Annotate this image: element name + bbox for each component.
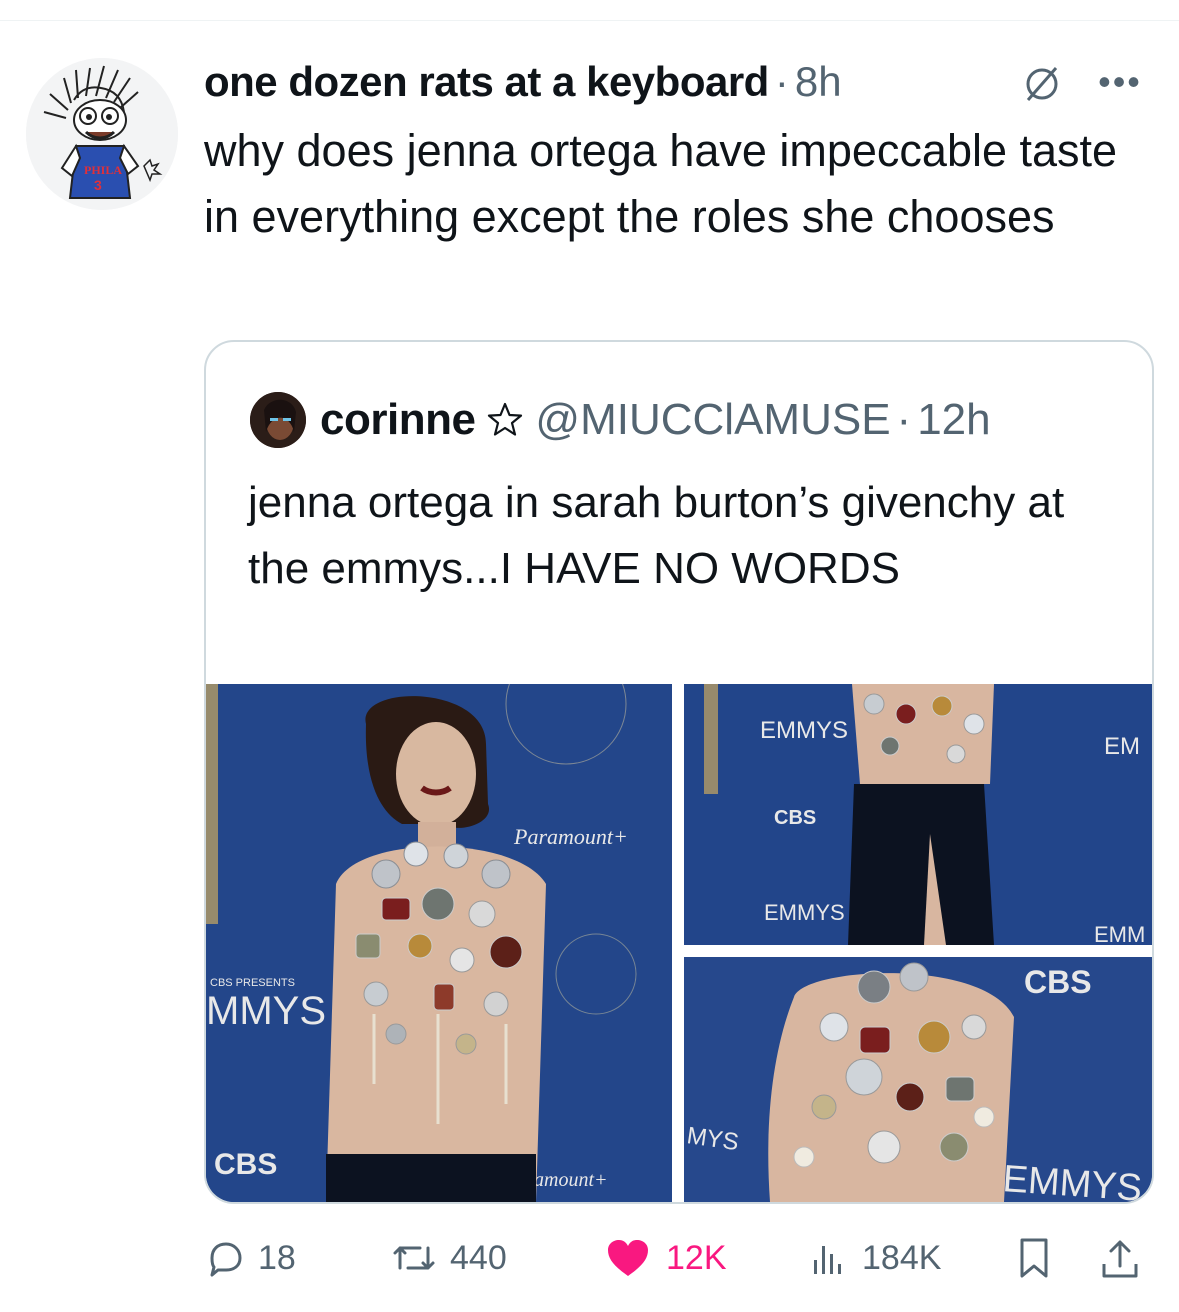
photo-1[interactable]: Paramount+ CBS PRESENTS MMYS CBS amount+ xyxy=(206,684,672,1202)
quoted-tweet-time[interactable]: 12h xyxy=(917,395,990,445)
sign-emmys-bottom: EMMYS xyxy=(764,900,845,925)
photo-grid: Paramount+ CBS PRESENTS MMYS CBS amount+ xyxy=(206,684,1152,1202)
sign-cbs: CBS xyxy=(774,807,816,829)
views-icon xyxy=(814,1246,841,1274)
sign-cbs-presents: CBS PRESENTS xyxy=(210,977,295,989)
tweet-header: one dozen rats at a keyboard · 8h xyxy=(204,56,842,108)
like-count: 12K xyxy=(666,1238,727,1277)
quoted-author-handle[interactable]: @MIUCClAMUSE xyxy=(535,395,890,445)
tweet-text: why does jenna ortega have impeccable ta… xyxy=(204,125,1118,242)
tweet-time[interactable]: 8h xyxy=(795,58,842,106)
repost-icon xyxy=(393,1246,435,1270)
photo-2[interactable]: EMMYS CBS EMMYS EM EMM xyxy=(684,684,1152,945)
sign-emmys: MMYS xyxy=(206,989,326,1033)
sign-emmys-top: EMMYS xyxy=(760,717,848,744)
quoted-tweet-card[interactable]: corinne @MIUCClAMUSE · 12h jenna ortega … xyxy=(204,340,1154,1204)
top-divider xyxy=(0,20,1179,21)
sign-emm: EMM xyxy=(1094,922,1145,945)
more-icon[interactable]: ••• xyxy=(1090,60,1150,104)
action-bar: 18 440 12K 184K xyxy=(204,1230,1150,1286)
repost-button[interactable]: 440 xyxy=(392,1230,507,1286)
author-avatar[interactable]: PHILA 3 xyxy=(26,58,178,210)
quoted-author-name[interactable]: corinne xyxy=(320,395,476,445)
views-button[interactable]: 184K xyxy=(808,1230,941,1286)
like-button[interactable]: 12K xyxy=(604,1230,727,1286)
star-icon xyxy=(488,402,523,436)
heart-icon xyxy=(608,1240,648,1276)
sign-cbs: CBS xyxy=(214,1148,277,1181)
reply-count: 18 xyxy=(258,1238,296,1277)
sign-paramount: Paramount+ xyxy=(513,824,628,849)
quoted-separator-dot: · xyxy=(896,395,912,444)
bookmark-button[interactable] xyxy=(1016,1230,1066,1286)
sign-em: EM xyxy=(1104,733,1140,760)
reply-button[interactable]: 18 xyxy=(204,1230,296,1286)
repost-count: 440 xyxy=(450,1238,507,1277)
author-name[interactable]: one dozen rats at a keyboard xyxy=(204,58,769,106)
rat-doodle-image: PHILA 3 xyxy=(26,58,178,210)
quoted-author-avatar[interactable] xyxy=(250,392,306,448)
quoted-tweet-header: corinne @MIUCClAMUSE · 12h xyxy=(250,392,991,448)
share-button[interactable] xyxy=(1100,1230,1154,1286)
mute-icon[interactable] xyxy=(1020,62,1064,106)
jersey-number: 3 xyxy=(94,177,102,193)
sign-cbs: CBS xyxy=(1024,964,1092,1000)
view-count: 184K xyxy=(862,1238,942,1277)
quoted-tweet-text: jenna ortega in sarah burton’s givenchy … xyxy=(248,478,1065,593)
photo-3[interactable]: MYS CBS EMMYS xyxy=(684,957,1152,1202)
share-icon xyxy=(1102,1240,1138,1278)
separator-dot: · xyxy=(774,58,789,105)
jersey-text: PHILA xyxy=(84,163,122,177)
sign-paramount-bottom: amount+ xyxy=(534,1169,608,1191)
reply-icon xyxy=(210,1242,242,1277)
bookmark-icon xyxy=(1020,1238,1048,1278)
